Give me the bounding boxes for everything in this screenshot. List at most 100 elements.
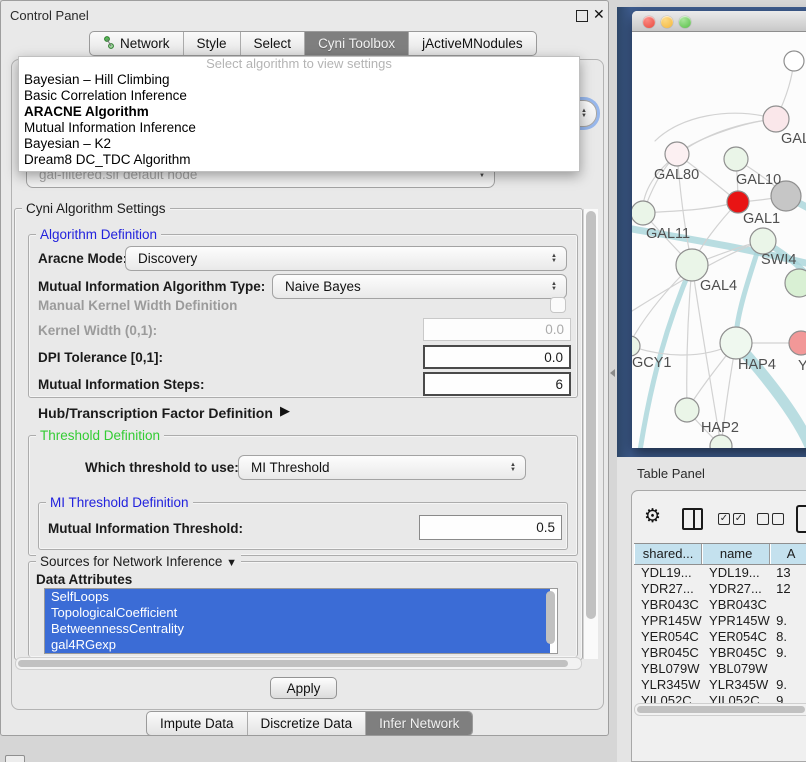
network-node-gal80[interactable] [665,142,689,166]
tab-select[interactable]: Select [240,32,305,55]
which-threshold-label: Which threshold to use: [85,460,239,475]
combo-arrows-icon: ▲▼ [551,254,557,264]
column-header[interactable]: shared... [634,544,702,564]
network-node-label: HAP4 [738,357,776,373]
control-panel-title: Control Panel [10,8,89,23]
mi-algorithm-type-combo[interactable]: Naive Bayes ▲▼ [272,274,567,299]
kernel-width-field[interactable]: 0.0 [423,318,571,341]
deselect-all-columns-icon[interactable] [757,513,784,525]
split-pane-handle[interactable] [610,369,615,377]
table-row[interactable]: YBR045CYBR045C9. [634,645,806,661]
new-table-icon[interactable] [796,505,806,533]
network-svg[interactable]: GALGAL80GAL10GAL1GAL11GAL4SWI4GCY1HAP4YH… [632,32,806,448]
minimize-traffic-light[interactable] [661,16,673,28]
attribute-item[interactable]: gal4RGexp [45,637,550,653]
aracne-mode-combo[interactable]: Discovery ▲▼ [125,246,567,271]
columns-icon[interactable] [682,508,703,530]
table-row[interactable]: YDL19...YDL19...13 [634,565,806,581]
network-node-label: GCY1 [632,355,672,371]
cyni-algorithm-settings-title: Cyni Algorithm Settings [22,201,170,216]
network-node-gcy1[interactable] [632,336,640,356]
attribute-item[interactable]: TopologicalCoefficient [45,605,550,621]
manual-kernel-checkbox[interactable] [550,297,566,313]
attributes-list-scrollbar[interactable] [546,591,555,644]
network-edge[interactable] [643,119,776,213]
table-horizontal-scrollbar[interactable] [634,703,806,716]
close-icon[interactable]: ✕ [593,6,605,23]
cyni-bottom-tabbar: Impute Data Discretize Data Infer Networ… [146,711,473,736]
gear-icon[interactable]: ⚙ [644,508,661,526]
network-node-label: HAP2 [701,420,739,436]
tab-discretize-data[interactable]: Discretize Data [247,712,366,735]
apply-button[interactable]: Apply [270,677,337,699]
network-window-titlebar[interactable] [632,11,806,32]
tab-label: Style [197,36,227,51]
dpi-tolerance-field[interactable]: 0.0 [423,345,571,369]
network-node-hap2[interactable] [675,398,699,422]
sources-collapse-icon[interactable]: ▼ [226,557,237,569]
zoom-traffic-light[interactable] [679,16,691,28]
algorithm-option[interactable]: Dream8 DC_TDC Algorithm [19,152,579,168]
network-node-gal11[interactable] [632,201,655,225]
table-row[interactable]: YBR043CYBR043C [634,597,806,613]
threshold-definition-title: Threshold Definition [36,428,164,443]
network-node[interactable] [784,51,804,71]
table-row[interactable]: YPR145WYPR145W9. [634,613,806,629]
tab-infer-network[interactable]: Infer Network [365,712,472,735]
close-traffic-light[interactable] [643,16,655,28]
which-threshold-value: MI Threshold [251,460,330,475]
table-row[interactable]: YLR345WYLR345W9. [634,677,806,693]
settings-vertical-scrollbar[interactable] [583,209,598,659]
sources-title-text: Sources for Network Inference [40,554,222,569]
network-node-y[interactable] [789,331,806,355]
algorithm-option[interactable]: Mutual Information Inference [19,120,579,136]
table-horizontal-thumb[interactable] [637,706,805,713]
network-edge[interactable] [687,265,692,410]
select-all-columns-icon[interactable]: ✓✓ [718,513,745,525]
tab-jactivemnodules[interactable]: jActiveMNodules [408,32,536,55]
application-root: Control Panel ✕ Network Style Select Cyn… [0,0,806,762]
column-header[interactable]: A [770,544,806,564]
network-node[interactable] [710,435,732,448]
network-node-hap4[interactable] [720,327,752,359]
network-node-gal[interactable] [763,106,789,132]
column-header[interactable]: name [702,544,770,564]
attribute-item[interactable]: SelfLoops [45,589,550,605]
tab-label: Network [120,36,170,51]
data-attributes-list[interactable]: SelfLoops TopologicalCoefficient Between… [44,588,558,654]
settings-vertical-thumb[interactable] [586,211,596,619]
network-edge[interactable] [655,113,776,141]
algorithm-option[interactable]: Basic Correlation Inference [19,88,579,104]
tab-style[interactable]: Style [183,32,240,55]
tab-impute-data[interactable]: Impute Data [147,712,247,735]
float-panel-icon[interactable] [576,10,588,22]
network-edge[interactable] [736,253,757,335]
network-edge[interactable] [643,202,738,213]
mi-algorithm-type-value: Naive Bayes [285,279,361,294]
table-row[interactable]: YIL052CYIL052C9 [634,693,806,703]
tab-network[interactable]: Network [90,32,183,55]
table-row[interactable]: YDR27...YDR27...12 [634,581,806,597]
algorithm-option-selected[interactable]: ARACNE Algorithm [19,104,579,120]
minimized-panel-icon[interactable] [5,755,25,762]
hub-expand-icon[interactable]: ▶ [280,403,290,419]
mi-steps-field[interactable]: 6 [423,372,571,396]
table-row[interactable]: YER054CYER054C8. [634,629,806,645]
table-panel-window: ⚙ ✓✓ shared... name A YDL19...YDL19...13… [631,490,806,762]
mi-threshold-field[interactable]: 0.5 [419,515,562,540]
which-threshold-combo[interactable]: MI Threshold ▲▼ [238,455,526,480]
network-node-swi4[interactable] [750,228,776,254]
settings-horizontal-scrollbar[interactable] [15,657,582,670]
network-node[interactable] [785,269,806,297]
network-node-gal1[interactable] [727,191,749,213]
settings-horizontal-thumb[interactable] [18,660,568,667]
algorithm-option[interactable]: Bayesian – K2 [19,136,579,152]
network-node-gal10[interactable] [724,147,748,171]
network-edge[interactable] [677,119,776,154]
attribute-item[interactable]: BetweennessCentrality [45,621,550,637]
kernel-width-value: 0.0 [545,322,564,337]
tab-cyni-toolbox[interactable]: Cyni Toolbox [304,32,408,55]
table-row[interactable]: YBL079WYBL079W [634,661,806,677]
network-node-gal4[interactable] [676,249,708,281]
algorithm-option[interactable]: Bayesian – Hill Climbing [19,72,579,88]
